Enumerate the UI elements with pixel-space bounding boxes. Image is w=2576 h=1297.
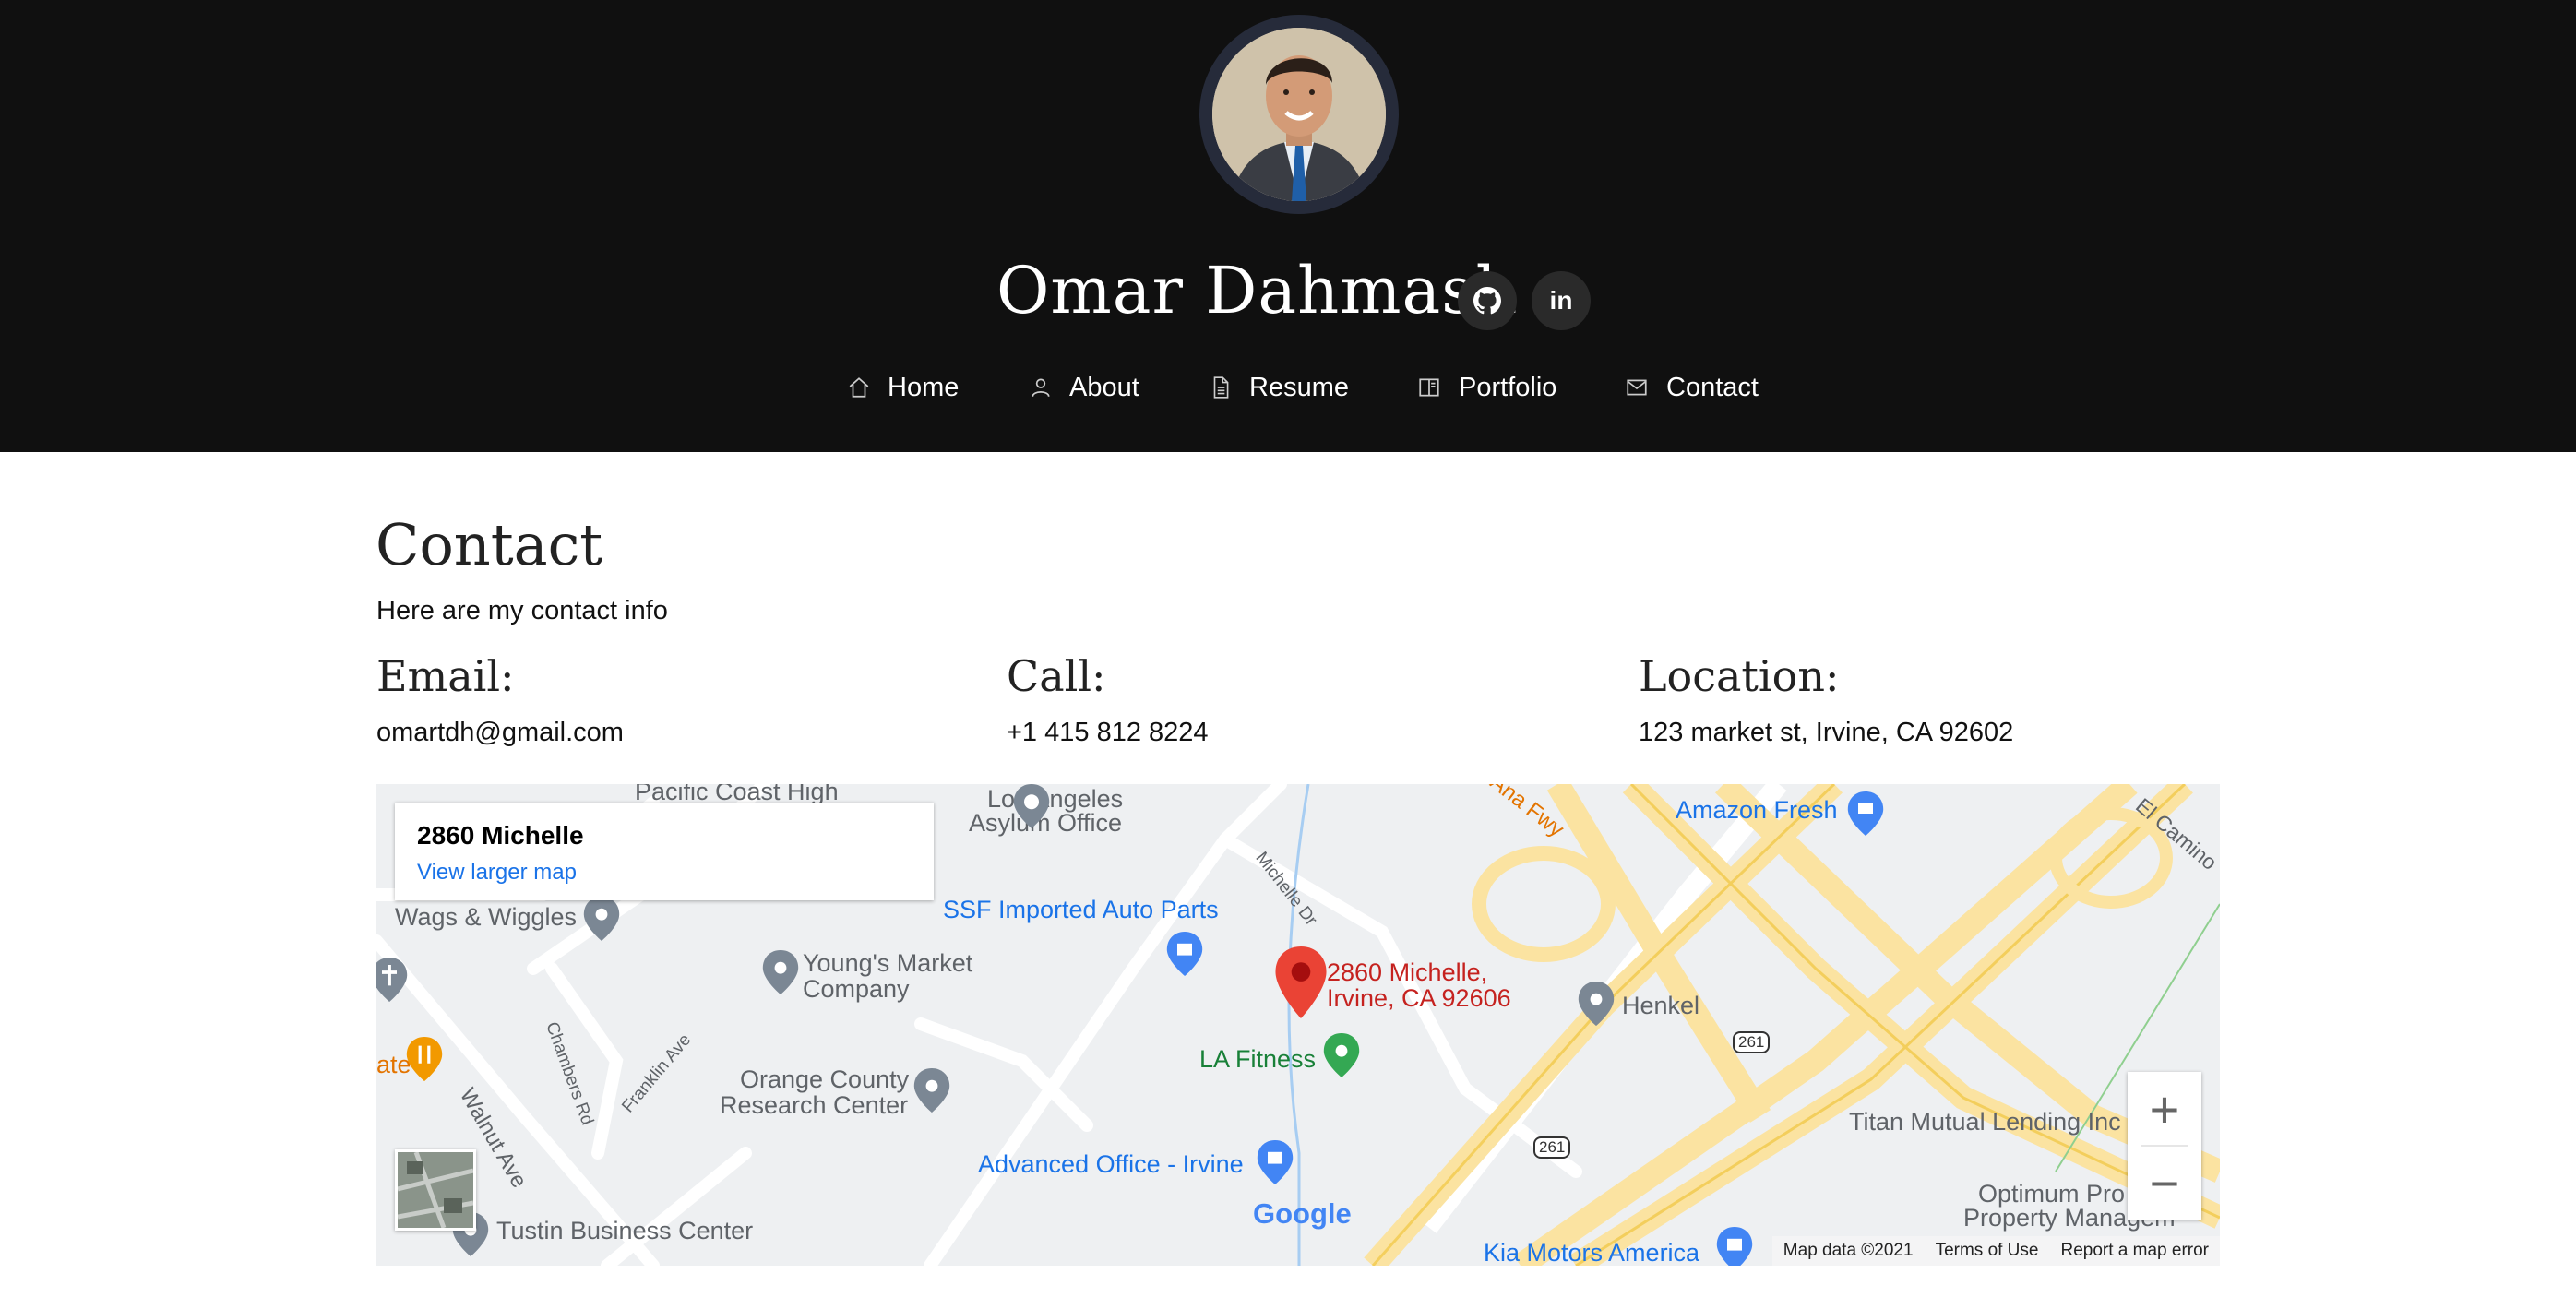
map-data-credit: Map data ©2021 (1783, 1241, 1914, 1260)
satellite-thumbnail-icon (398, 1152, 473, 1228)
google-logo-text: Google (1253, 1197, 1352, 1230)
profile-photo-frame (1199, 15, 1399, 214)
call-heading: Call: (1007, 651, 1106, 701)
church-pin-icon (376, 958, 408, 1002)
map-label: Amazon Fresh (1676, 796, 1838, 824)
map-label: 2860 Michelle, (1327, 958, 1488, 986)
avatar (1212, 28, 1386, 201)
fitness-pin-icon (1323, 1033, 1360, 1077)
pin-icon (583, 897, 620, 941)
report-map-error-link[interactable]: Report a map error (2060, 1241, 2209, 1261)
map-label: Tustin Business Center (496, 1217, 754, 1244)
email-heading: Email: (376, 651, 515, 701)
map-label: Kia Motors America (1484, 1239, 1700, 1266)
map-place-title: 2860 Michelle (417, 821, 584, 850)
pin-icon (1578, 982, 1615, 1026)
map-label: SSF Imported Auto Parts (943, 896, 1219, 923)
site-owner-name: Omar Dahmash (996, 253, 1519, 328)
pin-icon (762, 950, 799, 994)
map-label: Orange County (740, 1065, 910, 1093)
github-link[interactable] (1458, 271, 1517, 330)
map-label: Titan Mutual Lending Inc (1849, 1108, 2121, 1136)
route-shield: 261 (1533, 1136, 1571, 1159)
map-label: Optimum Pro (1978, 1180, 2126, 1208)
route-shield: 261 (1733, 1031, 1771, 1053)
map-label: Company (803, 975, 910, 1003)
document-icon (1213, 376, 1229, 399)
zoom-out-button[interactable]: − (2128, 1146, 2201, 1220)
page-title: Contact (376, 511, 603, 578)
map-label: Pacific Coast High (635, 784, 839, 805)
map-info-card: 2860 Michelle View larger map (395, 803, 934, 900)
building-pin-icon (1013, 784, 1050, 828)
shopping-cart-pin-icon (1847, 791, 1884, 836)
call-value: +1 415 812 8224 (1007, 718, 1209, 747)
embedded-map[interactable]: Pacific Coast High Los Angeles Asylum Of… (376, 784, 2220, 1266)
zoom-controls: + − (2128, 1072, 2201, 1220)
envelope-icon (1627, 379, 1647, 396)
map-attribution: Map data ©2021 Terms of Use Report a map… (1771, 1236, 2220, 1266)
map-label: LA Fitness (1199, 1045, 1317, 1073)
google-logo: Google (1253, 1197, 1352, 1231)
user-icon (1032, 378, 1050, 398)
location-marker-icon (1275, 946, 1327, 1018)
pin-icon (913, 1068, 950, 1113)
page-subtitle: Here are my contact info (376, 596, 668, 625)
map-label: Irvine, CA 92606 (1327, 984, 1511, 1012)
nav-portfolio[interactable]: Portfolio (1416, 360, 1556, 415)
site-header: Omar Dahmash in Home About Resume Portfo… (0, 0, 2576, 452)
linkedin-icon: in (1549, 286, 1573, 315)
zoom-in-button[interactable]: + (2128, 1072, 2201, 1146)
map-label: Young's Market (803, 949, 973, 977)
book-icon (1419, 378, 1439, 397)
view-larger-map-link[interactable]: View larger map (417, 860, 577, 886)
map-label: Henkel (1622, 992, 1700, 1019)
terms-of-use-link[interactable]: Terms of Use (1936, 1241, 2039, 1261)
nav-resume[interactable]: Resume (1209, 360, 1349, 415)
location-heading: Location: (1639, 651, 1840, 701)
shopping-pin-icon (1716, 1227, 1753, 1266)
restaurant-pin-icon (406, 1037, 443, 1081)
email-value: omartdh@gmail.com (376, 718, 624, 747)
map-label: Wags & Wiggles (395, 903, 578, 931)
nav-about[interactable]: About (1029, 360, 1139, 415)
main-nav: Home About Resume Portfolio Contact (0, 360, 2576, 415)
home-icon (849, 377, 869, 398)
github-icon (1473, 287, 1501, 315)
map-label: Advanced Office - Irvine (978, 1150, 1244, 1178)
shopping-pin-icon (1166, 932, 1203, 976)
linkedin-link[interactable]: in (1532, 271, 1591, 330)
map-label: Los Angeles (987, 785, 1124, 813)
location-value: 123 market st, Irvine, CA 92602 (1639, 718, 2014, 747)
nav-home[interactable]: Home (847, 360, 959, 415)
shopping-pin-icon (1257, 1140, 1294, 1184)
nav-contact[interactable]: Contact (1624, 360, 1759, 415)
satellite-view-toggle[interactable] (395, 1149, 476, 1231)
map-label: Research Center (720, 1091, 909, 1119)
